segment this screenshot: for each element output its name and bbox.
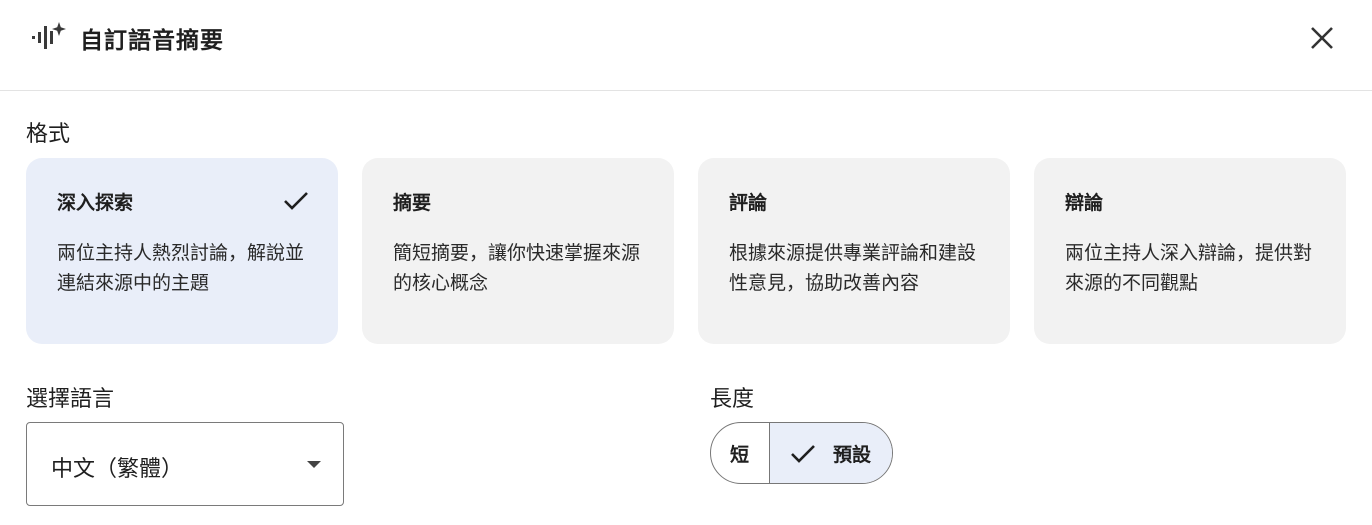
length-option-default[interactable]: 預設 (770, 423, 892, 483)
length-option-short[interactable]: 短 (711, 423, 770, 483)
card-description: 根據來源提供專業評論和建設性意見，協助改善內容 (729, 242, 977, 294)
language-label: 選擇語言 (26, 387, 115, 412)
length-option-label: 短 (730, 444, 750, 466)
audio-sparkle-icon (32, 22, 66, 49)
check-icon (284, 192, 308, 210)
card-title: 深入探索 (57, 192, 134, 214)
length-option-label: 預設 (833, 444, 872, 466)
length-segmented-control: 短 預設 (710, 422, 893, 484)
format-card-debate[interactable]: 辯論 兩位主持人深入辯論，提供對來源的不同觀點 (1034, 158, 1346, 344)
language-select[interactable]: 中文（繁體） (26, 422, 344, 506)
length-label: 長度 (710, 387, 755, 412)
card-description: 簡短摘要，讓你快速掌握來源的核心概念 (393, 242, 641, 294)
check-icon (791, 445, 815, 463)
card-title: 摘要 (393, 192, 432, 214)
dialog-title: 自訂語音摘要 (80, 28, 224, 54)
format-label: 格式 (26, 122, 71, 147)
dialog-header: 自訂語音摘要 (0, 0, 1372, 91)
close-icon[interactable] (1302, 18, 1342, 58)
card-description: 兩位主持人深入辯論，提供對來源的不同觀點 (1065, 242, 1313, 294)
language-select-value: 中文（繁體） (51, 457, 184, 482)
format-card-deep-dive[interactable]: 深入探索 兩位主持人熱烈討論，解說並連結來源中的主題 (26, 158, 338, 344)
format-card-summary[interactable]: 摘要 簡短摘要，讓你快速掌握來源的核心概念 (362, 158, 674, 344)
format-card-critique[interactable]: 評論 根據來源提供專業評論和建設性意見，協助改善內容 (698, 158, 1010, 344)
card-description: 兩位主持人熱烈討論，解說並連結來源中的主題 (57, 242, 305, 294)
card-title: 辯論 (1065, 192, 1104, 214)
card-title: 評論 (729, 192, 768, 214)
dropdown-arrow-icon (307, 461, 321, 468)
